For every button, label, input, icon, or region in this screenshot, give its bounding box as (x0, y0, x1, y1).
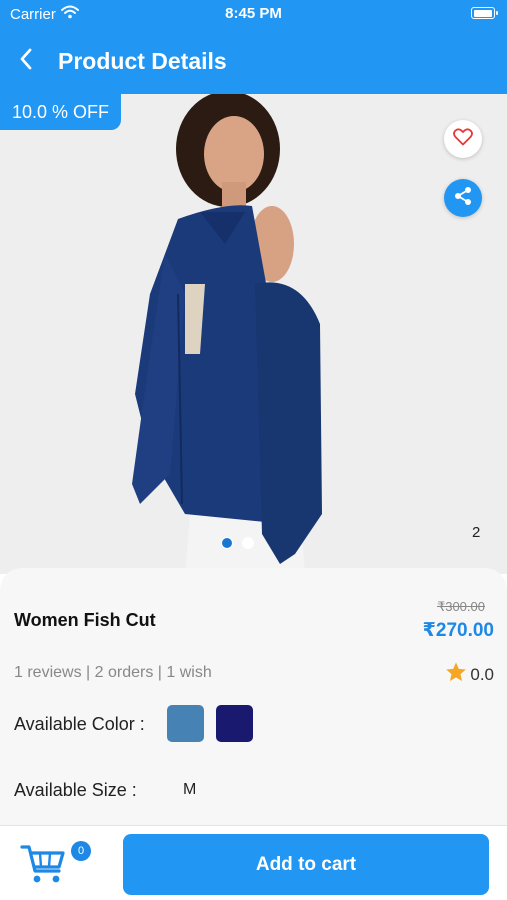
product-image-carousel[interactable]: 10.0 % OFF 2 (0, 94, 507, 574)
size-option-m[interactable]: M (183, 781, 196, 799)
rating-value: 0.0 (470, 664, 494, 684)
battery-icon (471, 7, 498, 19)
product-details-card: Women Fish Cut ₹300.00 ₹270.00 1 reviews… (0, 568, 507, 830)
product-rating: 0.0 (445, 661, 494, 688)
available-size-label: Available Size : (14, 780, 137, 800)
cart-button[interactable] (20, 843, 70, 889)
app-header: Carrier 8:45 PM Product Details (0, 0, 507, 94)
carousel-dot[interactable] (242, 537, 254, 549)
share-button[interactable] (444, 179, 482, 217)
page-title: Product Details (58, 47, 227, 74)
back-button[interactable] (0, 42, 52, 80)
wishlist-button[interactable] (444, 120, 482, 158)
product-name: Women Fish Cut (14, 610, 156, 630)
discount-badge: 10.0 % OFF (0, 94, 122, 130)
chevron-left-icon (19, 48, 33, 75)
status-bar: Carrier 8:45 PM (0, 0, 507, 30)
star-icon (445, 661, 467, 688)
product-stats: 1 reviews | 2 orders | 1 wish (14, 664, 212, 681)
cart-count-badge: 0 (71, 841, 91, 861)
battery-level (473, 9, 492, 17)
sale-price: ₹270.00 (422, 620, 494, 641)
heart-icon (453, 127, 473, 151)
available-color-label: Available Color : (14, 714, 145, 734)
image-count: 2 (472, 524, 481, 541)
product-photo (0, 94, 507, 574)
color-swatch-steelblue[interactable] (167, 705, 204, 742)
nav-bar: Product Details (0, 42, 507, 80)
status-time: 8:45 PM (225, 5, 282, 22)
original-price: ₹300.00 (436, 599, 485, 614)
share-icon (453, 186, 473, 211)
color-swatch-navy[interactable] (216, 705, 253, 742)
cart-icon (20, 845, 66, 889)
carousel-dot[interactable] (221, 537, 233, 549)
bottom-action-bar: 0 Add to cart (0, 825, 507, 900)
add-to-cart-button[interactable]: Add to cart (123, 834, 489, 895)
carousel-dots (221, 537, 254, 549)
